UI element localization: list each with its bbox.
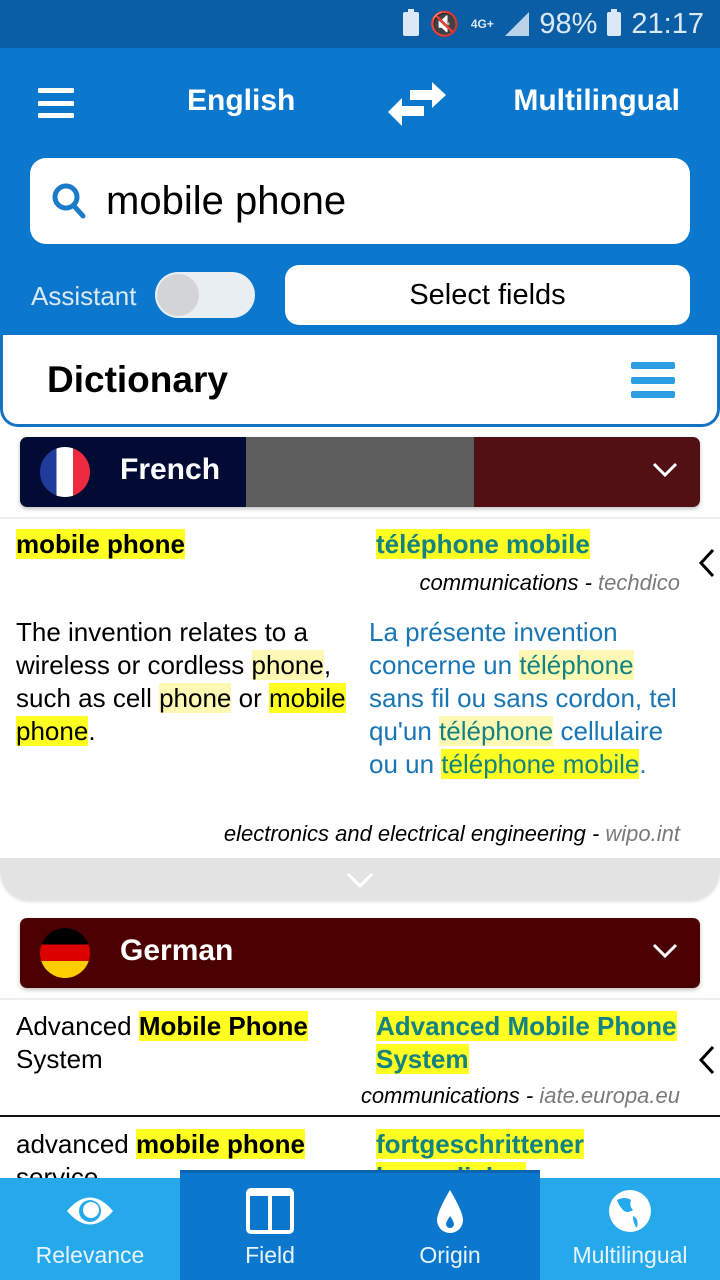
assistant-label: Assistant: [31, 281, 137, 311]
divider: [0, 517, 720, 519]
france-flag-icon: [40, 447, 90, 497]
entry-meta: communications - iate.europa.eu: [360, 1083, 680, 1108]
chevron-left-icon[interactable]: [698, 548, 716, 578]
select-fields-button[interactable]: Select fields: [285, 265, 690, 325]
language-name: French: [120, 453, 221, 486]
hamburger-menu-icon[interactable]: [38, 88, 74, 118]
drop-icon: [437, 1190, 463, 1233]
clock: 21:17: [631, 7, 704, 40]
expand-more-button[interactable]: [0, 858, 720, 900]
network-4g-icon: 4G+: [470, 17, 494, 31]
chevron-down-icon: [346, 872, 374, 888]
entry-meta: electronics and electrical engineering -…: [223, 821, 680, 846]
divider: [0, 1115, 720, 1117]
toggle-knob: [157, 274, 199, 316]
swap-arrows-icon[interactable]: [386, 78, 448, 130]
assistant-toggle[interactable]: [155, 272, 255, 318]
nav-label: Relevance: [35, 1242, 145, 1268]
globe-icon: [609, 1190, 651, 1232]
source-term: Advanced Mobile Phone System: [16, 1011, 308, 1074]
entry-meta: communications - techdico: [419, 570, 680, 595]
battery-percent: 98%: [539, 7, 598, 40]
search-icon[interactable]: [50, 181, 90, 221]
target-term: Advanced Mobile Phone System: [376, 1011, 677, 1074]
language-bar-french[interactable]: French: [20, 437, 700, 507]
language-name: German: [120, 934, 234, 967]
columns-icon: [246, 1188, 294, 1234]
chevron-left-icon[interactable]: [698, 1045, 716, 1075]
target-language-button[interactable]: Multilingual: [513, 84, 680, 118]
dictionary-card: Dictionary: [0, 335, 720, 427]
germany-flag-icon: [40, 928, 90, 978]
nav-relevance[interactable]: Relevance: [0, 1178, 180, 1280]
source-language-button[interactable]: English: [187, 84, 295, 118]
dictionary-title: Dictionary: [47, 359, 228, 400]
nav-origin[interactable]: Origin: [360, 1178, 540, 1280]
search-input[interactable]: [106, 178, 666, 224]
bottom-navigation: Relevance Field Origin Multilingual: [0, 1170, 720, 1280]
nav-label: Field: [245, 1242, 295, 1268]
signal-icon: [505, 12, 530, 36]
nav-label: Multilingual: [572, 1242, 688, 1268]
app-header: English Multilingual Assistant Select fi…: [0, 48, 720, 338]
nav-field[interactable]: Field: [180, 1178, 360, 1280]
eye-icon: [67, 1197, 113, 1225]
nav-label: Origin: [419, 1242, 481, 1268]
mute-vibrate-icon: 🔇: [429, 10, 460, 38]
search-box[interactable]: [30, 158, 690, 244]
list-menu-icon[interactable]: [631, 362, 675, 398]
language-bar-german[interactable]: German: [20, 918, 700, 988]
chevron-down-icon[interactable]: [652, 942, 678, 960]
divider: [0, 998, 720, 1000]
nav-multilingual[interactable]: Multilingual: [540, 1178, 720, 1280]
target-term: téléphone mobile: [376, 529, 590, 559]
source-sentence: The invention relates to a wireless or c…: [16, 617, 346, 746]
target-sentence: La présente invention concerne un téléph…: [369, 617, 677, 779]
chevron-down-icon[interactable]: [652, 461, 678, 479]
source-term: mobile phone: [16, 529, 185, 559]
status-bar: 🔇 4G+ 98% 21:17: [0, 0, 720, 48]
battery-icon: [607, 9, 622, 36]
battery-saver-icon: [403, 9, 420, 36]
